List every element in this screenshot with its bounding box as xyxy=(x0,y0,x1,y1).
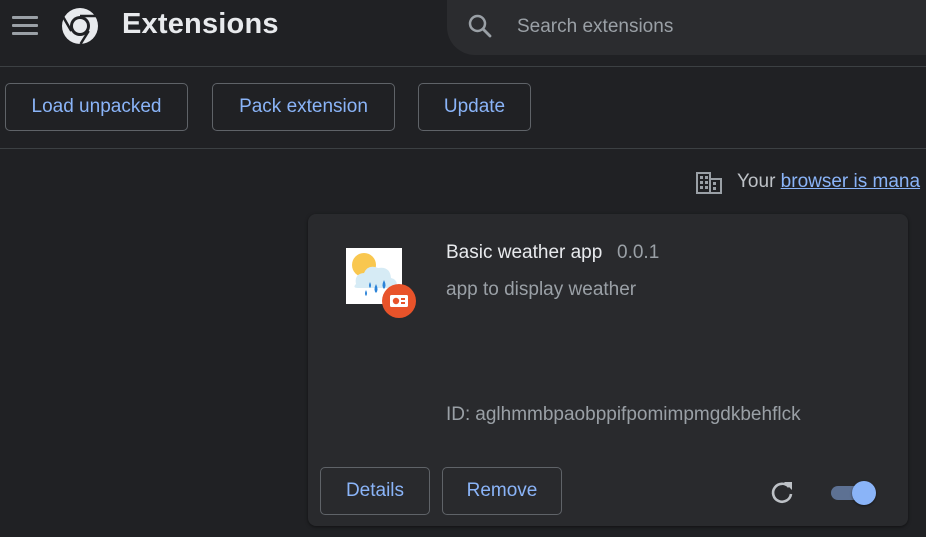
extension-name: Basic weather app xyxy=(446,242,603,263)
reload-icon[interactable] xyxy=(768,478,796,506)
extension-id: ID: aglhmmbpaobppifpomimpmgdkbehflck xyxy=(446,404,801,426)
remove-button[interactable]: Remove xyxy=(442,467,562,515)
developer-mode-badge-icon xyxy=(382,284,416,318)
load-unpacked-button[interactable]: Load unpacked xyxy=(5,83,188,131)
building-icon xyxy=(696,172,722,194)
managed-notice-link[interactable]: browser is mana xyxy=(781,171,920,192)
search-icon[interactable] xyxy=(467,13,493,39)
pack-extension-button[interactable]: Pack extension xyxy=(212,83,395,131)
details-button[interactable]: Details xyxy=(320,467,430,515)
extension-card: Basic weather app 0.0.1 app to display w… xyxy=(308,214,908,526)
extension-id-label: ID: xyxy=(446,404,471,425)
developer-toolbar: Load unpacked Pack extension Update xyxy=(0,67,926,149)
extension-description: app to display weather xyxy=(446,279,637,300)
managed-notice: Your browser is mana xyxy=(696,170,926,196)
extension-enable-toggle[interactable] xyxy=(830,478,880,506)
hamburger-menu-icon[interactable] xyxy=(12,15,38,37)
search-input[interactable] xyxy=(515,11,926,43)
page-title: Extensions xyxy=(122,8,279,40)
managed-notice-text: Your browser is mana xyxy=(737,171,920,193)
update-button[interactable]: Update xyxy=(418,83,531,131)
managed-notice-prefix: Your xyxy=(737,171,781,192)
toggle-knob xyxy=(852,481,876,505)
top-bar: Extensions xyxy=(0,0,926,67)
extension-version: 0.0.1 xyxy=(617,242,660,263)
extension-id-value: aglhmmbpaobppifpomimpmgdkbehflck xyxy=(475,404,801,425)
search-box[interactable] xyxy=(447,0,926,55)
chrome-logo-icon xyxy=(62,8,98,45)
